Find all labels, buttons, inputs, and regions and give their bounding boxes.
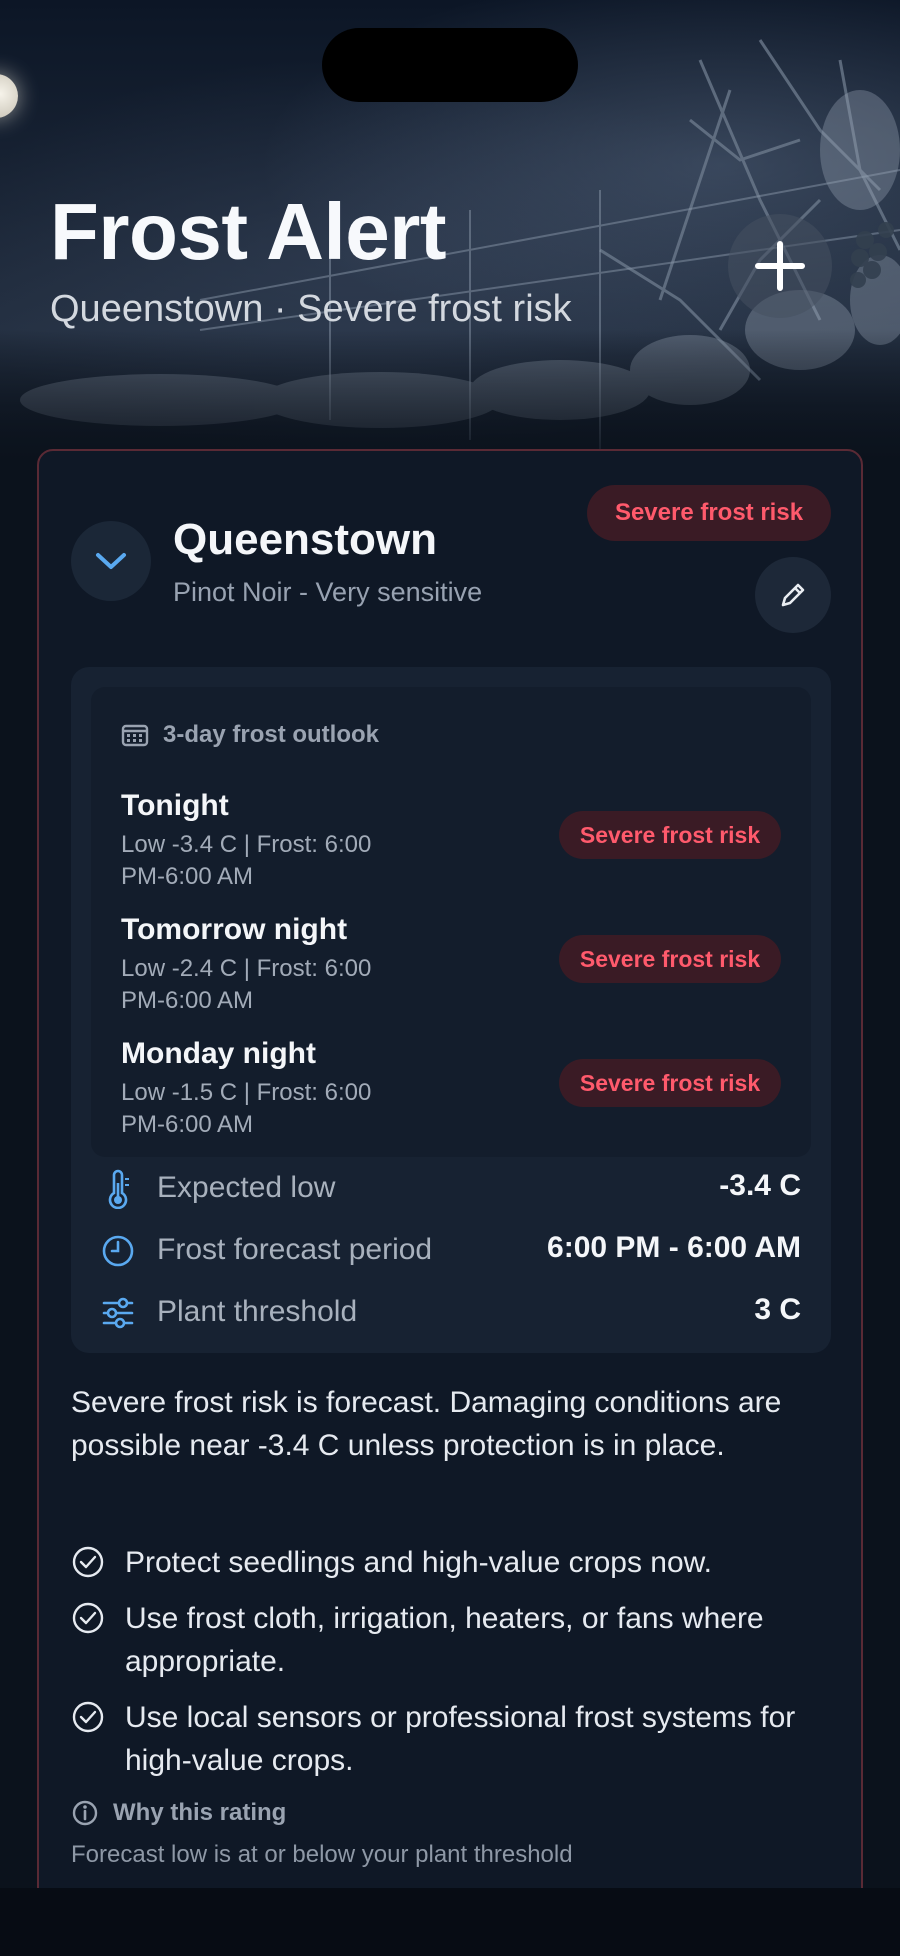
recommendation-item: Use frost cloth, irrigation, heaters, or… xyxy=(71,1597,841,1683)
day-risk-badge: Severe frost risk xyxy=(559,811,781,859)
outlook-day-tonight: Tonight Low -3.4 C | Frost: 6:00 PM-6:00… xyxy=(121,789,781,893)
recommendation-text: Use local sensors or professional frost … xyxy=(125,1701,796,1777)
why-detail: Forecast low is at or below your plant t… xyxy=(71,1841,573,1868)
collapse-card-button[interactable] xyxy=(71,521,151,601)
location-alert-card: Queenstown Pinot Noir - Very sensitive S… xyxy=(37,449,863,1956)
day-risk-badge: Severe frost risk xyxy=(559,1059,781,1107)
frost-alert-screen: Frost Alert Queenstown · Severe frost ri… xyxy=(0,0,900,1956)
crop-sensitivity: Pinot Noir - Very sensitive xyxy=(173,577,483,607)
why-heading: Why this rating xyxy=(113,1799,287,1826)
page-subtitle: Queenstown · Severe frost risk xyxy=(50,288,572,330)
day-detail: Low -3.4 C | Frost: 6:00 PM-6:00 AM xyxy=(121,831,372,890)
sliders-icon xyxy=(102,1297,134,1329)
risk-description: Severe frost risk is forecast. Damaging … xyxy=(71,1386,782,1462)
outlook-day-tomorrow: Tomorrow night Low -2.4 C | Frost: 6:00 … xyxy=(121,913,781,1017)
thermometer-icon xyxy=(108,1169,129,1209)
camera-notch xyxy=(322,28,578,102)
check-circle-icon xyxy=(72,1602,104,1634)
bottom-fade xyxy=(0,1888,900,1956)
recommendation-text: Use frost cloth, irrigation, heaters, or… xyxy=(125,1602,764,1678)
location-name: Queenstown xyxy=(173,515,438,564)
outlook-header: 3-day frost outlook xyxy=(121,721,379,749)
pencil-icon xyxy=(781,583,805,607)
why-rating-header[interactable]: Why this rating xyxy=(71,1799,286,1827)
edit-location-button[interactable] xyxy=(755,557,831,633)
day-detail: Low -2.4 C | Frost: 6:00 PM-6:00 AM xyxy=(121,955,372,1014)
recommendation-item: Protect seedlings and high-value crops n… xyxy=(71,1541,841,1584)
stat-plant-threshold: Plant threshold 3 C xyxy=(101,1289,801,1339)
info-icon xyxy=(72,1800,98,1826)
day-risk-badge: Severe frost risk xyxy=(559,935,781,983)
page-title: Frost Alert xyxy=(50,187,447,276)
recommendation-item: Use local sensors or professional frost … xyxy=(71,1696,841,1782)
stat-expected-low: Expected low -3.4 C xyxy=(101,1165,801,1215)
add-location-button[interactable] xyxy=(728,214,832,318)
risk-badge: Severe frost risk xyxy=(587,485,831,541)
stat-value: 6:00 PM - 6:00 AM xyxy=(547,1231,801,1264)
calendar-icon xyxy=(121,724,149,747)
stat-frost-period: Frost forecast period 6:00 PM - 6:00 AM xyxy=(101,1227,801,1277)
stat-label: Plant threshold xyxy=(157,1295,358,1328)
outlook-heading: 3-day frost outlook xyxy=(163,721,380,748)
stat-value: -3.4 C xyxy=(719,1169,801,1202)
clock-icon xyxy=(102,1235,134,1267)
stat-label: Frost forecast period xyxy=(157,1233,433,1266)
plus-icon xyxy=(755,241,805,291)
outlook-day-monday: Monday night Low -1.5 C | Frost: 6:00 PM… xyxy=(121,1037,781,1141)
frost-outlook: 3-day frost outlook Tonight Low -3.4 C |… xyxy=(91,687,811,1157)
forecast-panel: 3-day frost outlook Tonight Low -3.4 C |… xyxy=(71,667,831,1353)
chevron-down-icon xyxy=(96,553,126,569)
check-circle-icon xyxy=(72,1546,104,1578)
stat-value: 3 C xyxy=(754,1293,801,1326)
check-circle-icon xyxy=(72,1701,104,1733)
recommendation-text: Protect seedlings and high-value crops n… xyxy=(125,1546,713,1579)
stat-label: Expected low xyxy=(157,1171,336,1204)
day-detail: Low -1.5 C | Frost: 6:00 PM-6:00 AM xyxy=(121,1079,372,1138)
